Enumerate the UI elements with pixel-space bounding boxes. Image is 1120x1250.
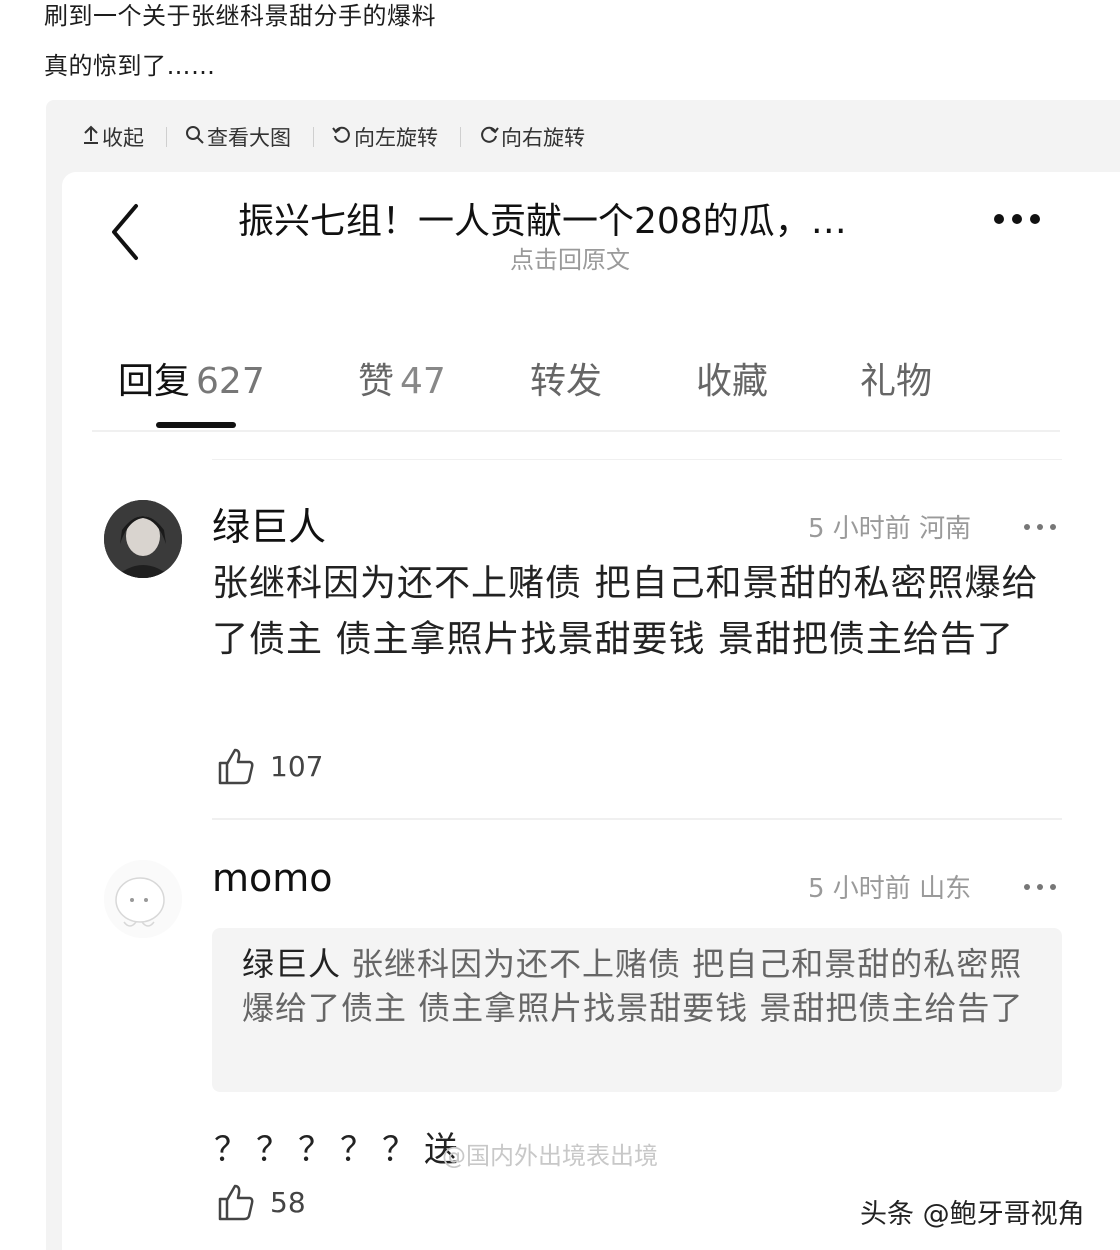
rotate-right-label: 向右旋转 — [501, 126, 585, 150]
comment-body: 张继科因为还不上赌债 把自己和景甜的私密照爆给了债主 债主拿照片找景甜要钱 景甜… — [212, 563, 1039, 660]
tab-label: 转发 — [530, 361, 603, 402]
comment-author[interactable]: 绿巨人 — [212, 496, 326, 551]
tab-label: 礼物 — [860, 361, 933, 402]
like-count: 107 — [270, 749, 324, 783]
rotate-left-button[interactable]: 向左旋转 — [332, 122, 438, 152]
avatar[interactable] — [104, 500, 182, 578]
more-dots-icon[interactable] — [994, 214, 1040, 224]
view-large-button[interactable]: 查看大图 — [185, 122, 291, 152]
tab-label: 赞 — [358, 361, 395, 402]
overlay-watermark: @国内外出境表出境 — [442, 1142, 658, 1170]
collapse-label: 收起 — [102, 126, 144, 150]
tab-likes[interactable]: 赞 47 — [358, 352, 446, 404]
comment-body: ？？？？？送 — [214, 1130, 466, 1170]
tab-gifts[interactable]: 礼物 — [860, 352, 932, 404]
divider — [92, 430, 1060, 432]
post-text-line-1: 刷到一个关于张继科景甜分手的爆料 — [44, 2, 436, 30]
collapse-button[interactable]: 收起 — [82, 122, 144, 152]
back-chevron-icon[interactable] — [106, 202, 146, 262]
thumbs-up-icon — [218, 1184, 254, 1221]
image-viewer: 收起 查看大图 向左旋转 向右旋转 振兴七组！一人贡献一个208的瓜，… 点击回… — [46, 100, 1120, 1250]
comment-meta: 5 小时前 山东 — [808, 874, 972, 904]
rotate-right-icon — [479, 125, 499, 150]
magnifier-icon — [185, 125, 205, 150]
back-to-original-link[interactable]: 点击回原文 — [510, 240, 630, 275]
source-watermark: 头条 @鲍牙哥视角 — [860, 1192, 1085, 1231]
upload-icon — [82, 125, 100, 150]
quoted-author: 绿巨人 — [242, 945, 342, 983]
toolbar-divider — [166, 127, 167, 147]
toolbar-divider — [313, 127, 314, 147]
active-tab-indicator — [156, 422, 236, 428]
avatar[interactable] — [104, 860, 182, 938]
screenshot-card: 振兴七组！一人贡献一个208的瓜，… 点击回原文 回复 627 赞 47 转发 收藏 — [62, 172, 1120, 1250]
viewer-toolbar: 收起 查看大图 向左旋转 向右旋转 — [82, 122, 585, 152]
tab-count: 627 — [196, 361, 265, 402]
post-text-line-2: 真的惊到了…… — [44, 52, 216, 80]
view-large-label: 查看大图 — [207, 126, 291, 150]
quoted-text: 张继科因为还不上赌债 把自己和景甜的私密照爆给了债主 债主拿照片找景甜要钱 景甜… — [242, 945, 1024, 1027]
rotate-left-icon — [332, 125, 352, 150]
tab-label: 收藏 — [696, 361, 769, 402]
comment-author[interactable]: momo — [212, 856, 333, 900]
comment-more-icon[interactable] — [1024, 524, 1056, 530]
tab-bar: 回复 627 赞 47 转发 收藏 礼物 — [118, 348, 1058, 438]
page: 刷到一个关于张继科景甜分手的爆料 真的惊到了…… 收起 查看大图 向左旋转 向右… — [0, 0, 1120, 1250]
quoted-comment[interactable]: 绿巨人 张继科因为还不上赌债 把自己和景甜的私密照爆给了债主 债主拿照片找景甜要钱… — [212, 928, 1062, 1092]
comment-meta: 5 小时前 河南 — [808, 514, 972, 544]
like-count: 58 — [270, 1185, 306, 1219]
tab-label: 回复 — [118, 361, 191, 402]
thread-title: 振兴七组！一人贡献一个208的瓜，… — [238, 201, 847, 242]
like-button[interactable]: 58 — [216, 1182, 306, 1222]
divider — [212, 818, 1062, 820]
tab-count: 47 — [400, 361, 446, 402]
divider — [212, 459, 1062, 460]
rotate-right-button[interactable]: 向右旋转 — [479, 122, 585, 152]
thumbs-up-icon — [218, 748, 254, 785]
tab-favorite[interactable]: 收藏 — [696, 352, 768, 404]
toolbar-divider — [460, 127, 461, 147]
like-button[interactable]: 107 — [216, 746, 323, 786]
tab-replies[interactable]: 回复 627 — [118, 352, 265, 404]
comment-more-icon[interactable] — [1024, 884, 1056, 890]
tab-forward[interactable]: 转发 — [530, 352, 602, 404]
rotate-left-label: 向左旋转 — [354, 126, 438, 150]
